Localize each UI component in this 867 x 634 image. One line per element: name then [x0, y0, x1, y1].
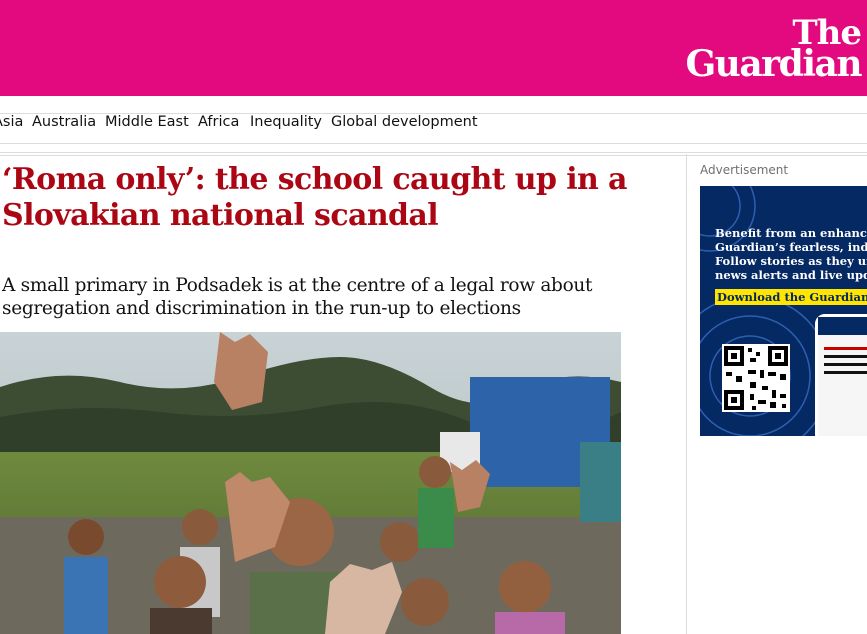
column-divider: [686, 154, 687, 634]
advert-line-2: Guardian’s fearless, indepen: [715, 240, 867, 254]
download-app-button[interactable]: Download the Guardian app: [715, 289, 867, 305]
qr-code-icon: [722, 344, 790, 412]
article-main-image[interactable]: [0, 332, 621, 634]
divider: [0, 155, 867, 156]
article-headline: ‘Roma only’: the school caught up in a S…: [2, 162, 627, 233]
advertisement-label: Advertisement: [700, 163, 789, 177]
advert-line-1: Benefit from an enhanced ex: [715, 226, 867, 240]
advert-copy: Benefit from an enhanced ex Guardian’s f…: [715, 226, 867, 282]
advert-line-3: Follow stories as they unfold: [715, 254, 867, 268]
masthead: The Guardian: [0, 0, 867, 96]
divider: [0, 152, 867, 153]
nav-item-inequality[interactable]: Inequality: [250, 114, 322, 130]
nav-item-global-development[interactable]: Global development: [331, 114, 478, 130]
photo-illustration: [0, 332, 621, 634]
nav-item-middle-east[interactable]: Middle East: [105, 114, 189, 130]
nav-item-africa[interactable]: Africa: [198, 114, 239, 130]
article-standfirst: A small primary in Podsadek is at the ce…: [2, 275, 593, 319]
nav-item-australia[interactable]: Australia: [32, 114, 96, 130]
advert-line-4: news alerts and live updates.: [715, 268, 867, 282]
nav-item-asia[interactable]: Asia: [0, 114, 23, 130]
logo-line-2: Guardian: [685, 43, 862, 85]
phone-mockup: [815, 314, 867, 436]
advertisement-banner[interactable]: Benefit from an enhanced ex Guardian’s f…: [700, 186, 867, 436]
guardian-logo[interactable]: The Guardian: [685, 16, 862, 85]
